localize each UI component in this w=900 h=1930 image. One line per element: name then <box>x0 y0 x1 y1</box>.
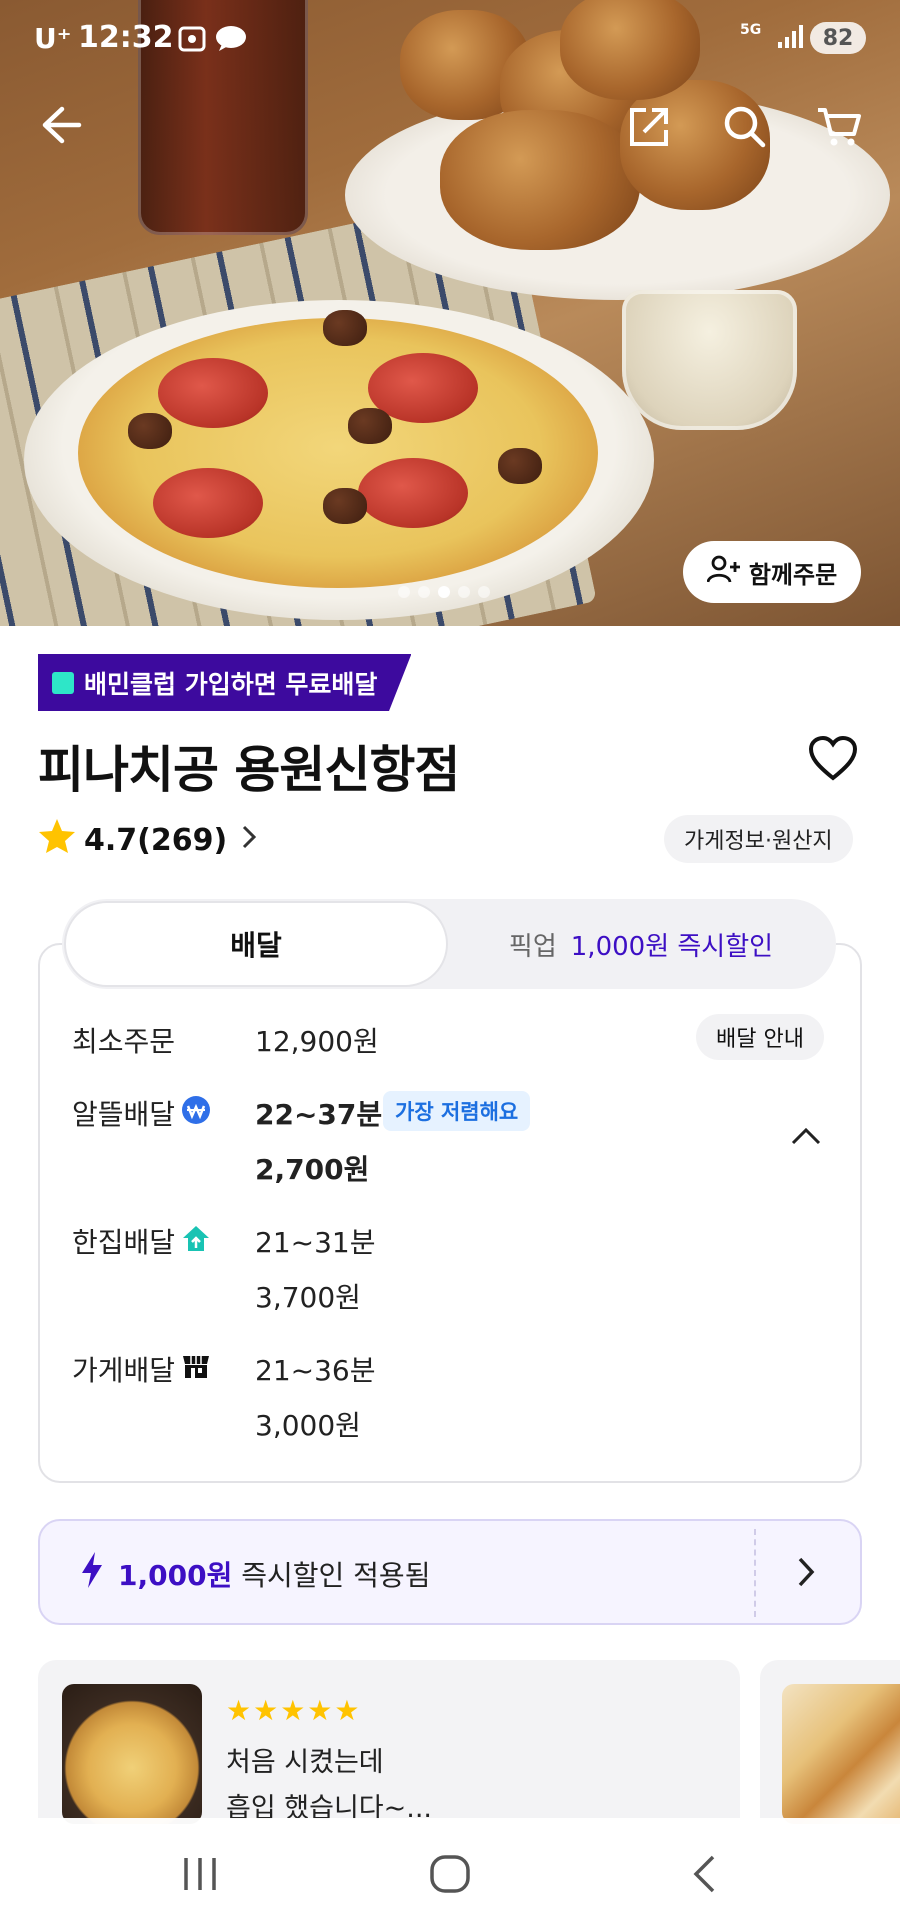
delivery-option-label: 알뜰배달 <box>72 1098 176 1131</box>
min-order-value: 12,900원 <box>255 1025 379 1058</box>
fried-chicken <box>440 110 640 250</box>
battery-indicator: 82 <box>810 22 866 54</box>
add-person-icon <box>706 554 741 590</box>
star-icon <box>38 818 76 862</box>
pager-dot <box>458 586 470 598</box>
store-info-button[interactable]: 가게정보·원산지 <box>664 815 853 863</box>
rating-summary[interactable]: 4.7 (269) <box>38 818 257 862</box>
pager-dot <box>398 586 410 598</box>
club-logo-icon <box>52 671 74 694</box>
delivery-option-single: 한집배달 <box>72 1221 211 1261</box>
group-order-label: 함께주문 <box>748 560 838 589</box>
cart-icon[interactable] <box>816 106 862 148</box>
discount-text: 1,000원 즉시할인 적용됨 <box>118 1554 430 1594</box>
delivery-option-label: 한집배달 <box>72 1226 176 1259</box>
coupon-divider <box>754 1529 756 1617</box>
heart-icon[interactable] <box>808 735 858 786</box>
instant-discount-banner[interactable]: 1,000원 즉시할인 적용됨 <box>38 1519 862 1625</box>
club-banner-label: 배민클럽 가입하면 무료배달 <box>84 669 378 699</box>
tab-pickup-label: 픽업 <box>508 931 557 962</box>
carrier-label: U⁺ <box>34 22 72 55</box>
signal-icon <box>776 24 804 54</box>
review-count: (269) <box>137 822 228 858</box>
chevron-up-icon[interactable] <box>790 1126 822 1150</box>
discount-label: 즉시할인 적용됨 <box>232 1559 431 1592</box>
rating-score: 4.7 <box>84 822 138 858</box>
chevron-right-icon <box>241 823 257 858</box>
cheapest-tag: 가장 저렴해요 <box>383 1091 531 1131</box>
lightning-icon <box>80 1551 104 1593</box>
delivery-option-saver: 알뜰배달 <box>72 1093 211 1133</box>
pizza <box>78 310 598 588</box>
review-photo <box>62 1684 202 1824</box>
dipping-sauce <box>622 290 797 430</box>
recent-apps-icon <box>184 1858 216 1890</box>
chevron-right-icon <box>796 1555 816 1593</box>
back-icon <box>693 1855 715 1893</box>
tab-delivery[interactable]: 배달 <box>64 901 448 987</box>
baemin-club-banner[interactable]: 배민클럽 가입하면 무료배달 <box>38 654 412 711</box>
chat-bubble-icon <box>214 24 248 56</box>
hero-image[interactable]: U⁺ 12:32 5G 82 함께주문 <box>0 0 900 626</box>
share-icon[interactable] <box>628 106 670 148</box>
back-button[interactable] <box>654 1818 754 1930</box>
tab-pickup[interactable]: 픽업 1,000원 즉시할인 <box>448 901 834 987</box>
delivery-option-time: 21~31분 <box>255 1226 376 1259</box>
pager-dot-active <box>438 586 450 598</box>
screenshot-icon <box>178 26 206 56</box>
pager-dot <box>418 586 430 598</box>
delivery-option-time: 22~37분 <box>255 1098 383 1131</box>
discount-amount: 1,000원 <box>118 1559 233 1592</box>
store-name: 피나치공 용원신항점 <box>38 741 460 799</box>
review-stars: ★★★★★ <box>226 1694 362 1727</box>
delivery-option-label: 가게배달 <box>72 1354 176 1387</box>
group-order-button[interactable]: 함께주문 <box>683 541 861 603</box>
delivery-option-fee: 3,700원 <box>255 1281 361 1314</box>
review-line: 처음 시켰는데 <box>226 1747 384 1778</box>
min-order-label: 최소주문 <box>72 1025 176 1058</box>
house-icon <box>181 1224 211 1259</box>
recent-apps-button[interactable] <box>150 1818 250 1930</box>
image-pager <box>398 586 490 598</box>
delivery-option-time: 21~36분 <box>255 1354 376 1387</box>
delivery-option-fee: 2,700원 <box>255 1153 370 1186</box>
back-arrow-icon[interactable] <box>40 104 82 146</box>
delivery-option-store: 가게배달 <box>72 1349 211 1389</box>
delivery-option-fee: 3,000원 <box>255 1409 361 1442</box>
network-label: 5G <box>740 22 762 38</box>
system-nav-bar <box>0 1818 900 1930</box>
clock: 12:32 <box>78 20 174 55</box>
delivery-guide-button[interactable]: 배달 안내 <box>696 1014 824 1060</box>
pickup-discount-label: 1,000원 즉시할인 <box>570 931 774 962</box>
search-icon[interactable] <box>722 104 766 148</box>
review-photo <box>782 1684 900 1824</box>
store-icon <box>181 1352 211 1387</box>
status-bar: U⁺ 12:32 5G 82 <box>0 0 900 80</box>
home-button[interactable] <box>400 1818 500 1930</box>
pager-dot <box>478 586 490 598</box>
home-icon <box>430 1855 470 1893</box>
saver-badge-icon <box>181 1095 211 1132</box>
